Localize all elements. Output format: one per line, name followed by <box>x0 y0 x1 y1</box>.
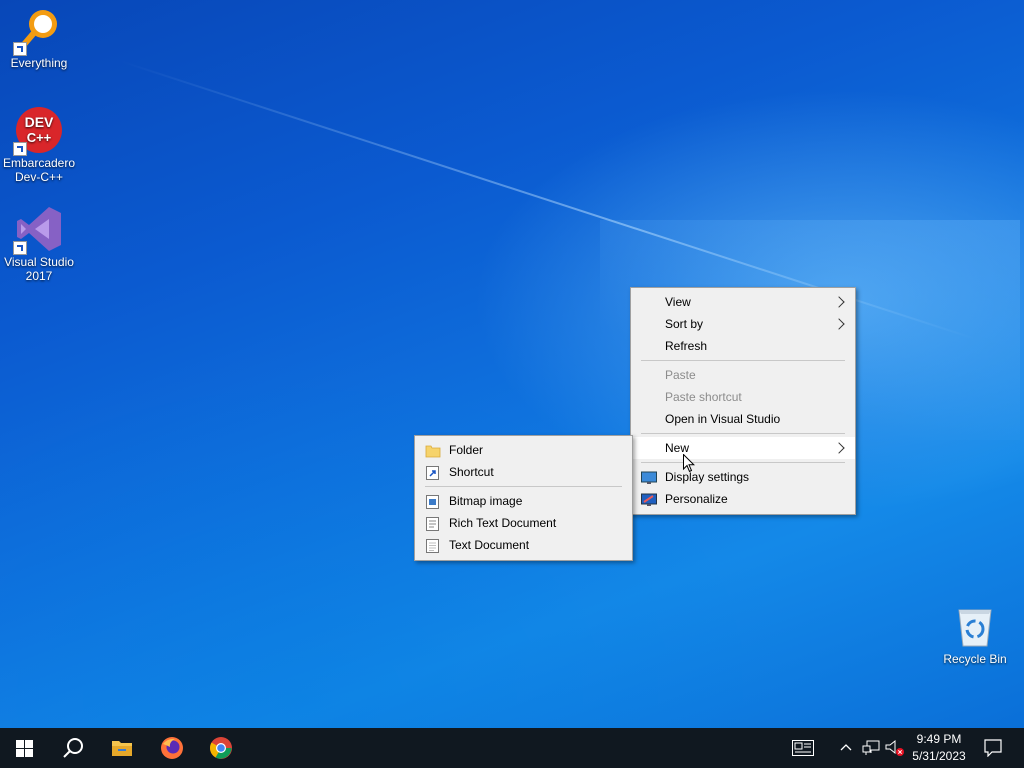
notification-icon <box>984 739 1002 757</box>
everything-search-icon <box>13 6 63 56</box>
clock-time: 9:49 PM <box>916 732 962 746</box>
taskbar-chrome[interactable] <box>197 728 245 768</box>
chevron-right-icon <box>833 442 845 454</box>
menu-item-label: Personalize <box>665 492 728 506</box>
desktop-icon-everything[interactable]: Everything <box>1 6 77 70</box>
volume-button[interactable] <box>884 728 906 768</box>
firefox-icon <box>161 737 183 759</box>
start-button[interactable] <box>0 728 48 768</box>
shortcut-overlay-icon <box>13 241 27 255</box>
taskbar-clock[interactable]: 9:49 PM 5/31/2023 <box>906 731 972 765</box>
desktop-icon-label: Recycle Bin <box>943 652 1007 666</box>
chevron-right-icon <box>833 296 845 308</box>
display-icon <box>641 470 657 484</box>
menu-item-label: Open in Visual Studio <box>665 412 781 426</box>
submenu-item-shortcut[interactable]: Shortcut <box>415 461 632 483</box>
menu-item-label: Refresh <box>665 339 708 353</box>
network-icon <box>862 740 880 755</box>
menu-separator <box>641 462 845 463</box>
taskbar-firefox[interactable] <box>148 728 196 768</box>
menu-item-label: Paste <box>665 368 696 382</box>
svg-text:DEV: DEV <box>25 114 54 130</box>
desktop-context-menu: View Sort by Refresh Paste Paste shortcu… <box>630 287 856 515</box>
menu-item-display-settings[interactable]: Display settings <box>631 466 855 488</box>
taskbar-file-explorer[interactable] <box>98 728 146 768</box>
svg-text:C++: C++ <box>27 130 52 145</box>
folder-icon <box>425 443 441 458</box>
menu-item-label: Rich Text Document <box>449 516 557 530</box>
menu-item-label: Sort by <box>665 317 704 331</box>
volume-muted-icon <box>885 739 904 756</box>
submenu-item-folder[interactable]: Folder <box>415 439 632 461</box>
submenu-item-rich-text-document[interactable]: Rich Text Document <box>415 512 632 534</box>
menu-item-label: View <box>665 295 691 309</box>
mouse-cursor-icon <box>683 454 695 473</box>
personalize-icon <box>641 492 657 506</box>
news-button[interactable] <box>788 728 818 768</box>
menu-item-refresh[interactable]: Refresh <box>631 335 855 357</box>
start-icon <box>16 740 33 757</box>
menu-separator <box>641 360 845 361</box>
devcpp-icon: DEV C++ <box>13 106 63 156</box>
desktop[interactable]: Everything DEV C++ Embarcadero Dev-C++ V… <box>0 0 1024 728</box>
news-icon <box>792 740 814 756</box>
rich-text-icon <box>425 516 441 531</box>
clock-date: 5/31/2023 <box>912 749 966 763</box>
recycle-bin-icon <box>951 602 999 650</box>
chevron-up-icon <box>840 744 852 751</box>
shortcut-icon <box>425 465 441 480</box>
menu-item-new[interactable]: New <box>631 437 855 459</box>
menu-item-paste-shortcut[interactable]: Paste shortcut <box>631 386 855 408</box>
menu-item-personalize[interactable]: Personalize <box>631 488 855 510</box>
submenu-item-bitmap-image[interactable]: Bitmap image <box>415 490 632 512</box>
bitmap-icon <box>425 494 441 509</box>
show-hidden-icons-button[interactable] <box>836 728 856 768</box>
new-submenu: Folder Shortcut Bitmap image Rich Text D… <box>414 435 633 561</box>
chevron-right-icon <box>833 318 845 330</box>
menu-item-view[interactable]: View <box>631 291 855 313</box>
menu-item-open-in-visual-studio[interactable]: Open in Visual Studio <box>631 408 855 430</box>
menu-separator <box>425 486 622 487</box>
desktop-icon-recycle-bin[interactable]: Recycle Bin <box>937 602 1013 666</box>
network-button[interactable] <box>860 728 882 768</box>
desktop-icon-devcpp[interactable]: DEV C++ Embarcadero Dev-C++ <box>1 106 77 184</box>
submenu-item-text-document[interactable]: Text Document <box>415 534 632 556</box>
menu-item-sort-by[interactable]: Sort by <box>631 313 855 335</box>
search-button[interactable] <box>48 728 96 768</box>
shortcut-overlay-icon <box>13 42 27 56</box>
desktop-icon-label: Everything <box>10 56 68 70</box>
action-center-button[interactable] <box>978 728 1008 768</box>
visual-studio-icon <box>13 205 63 255</box>
taskbar: 9:49 PM 5/31/2023 <box>0 728 1024 768</box>
menu-separator <box>641 433 845 434</box>
menu-item-label: Text Document <box>449 538 530 552</box>
file-explorer-icon <box>112 741 132 756</box>
menu-item-paste[interactable]: Paste <box>631 364 855 386</box>
text-document-icon <box>425 538 441 553</box>
menu-item-label: New <box>665 441 690 455</box>
menu-item-label: Display settings <box>665 470 750 484</box>
desktop-icon-label: Embarcadero Dev-C++ <box>2 156 76 184</box>
desktop-icon-label: Visual Studio 2017 <box>4 255 74 283</box>
chrome-icon <box>210 737 232 759</box>
menu-item-label: Paste shortcut <box>665 390 742 404</box>
desktop-icon-visual-studio[interactable]: Visual Studio 2017 <box>1 205 77 283</box>
menu-item-label: Folder <box>449 443 484 457</box>
menu-item-label: Shortcut <box>449 465 494 479</box>
menu-item-label: Bitmap image <box>449 494 523 508</box>
search-icon <box>63 738 83 758</box>
shortcut-overlay-icon <box>13 142 27 156</box>
